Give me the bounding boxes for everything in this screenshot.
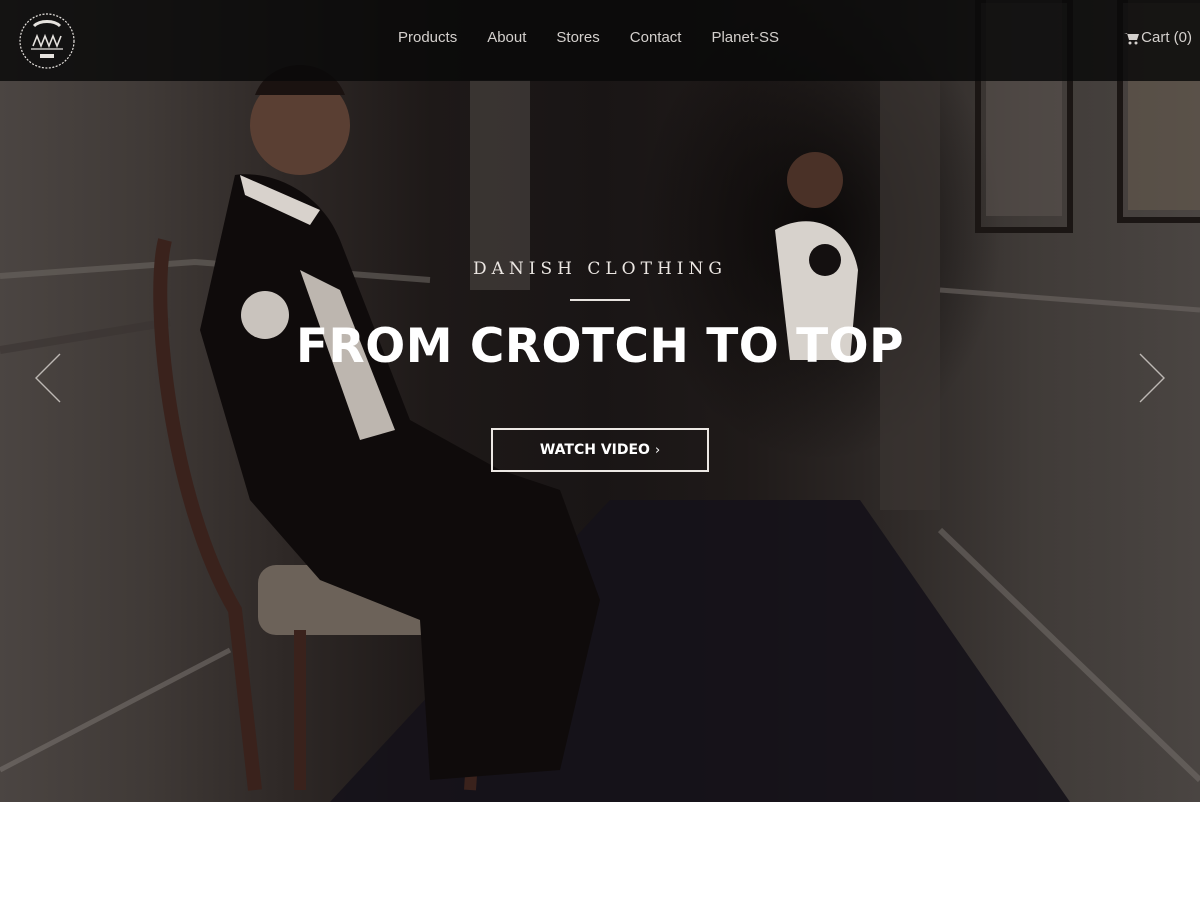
watch-video-button[interactable]: WATCH VIDEO ›	[491, 428, 709, 472]
main-menu: Products About Stores Contact Planet-SS	[398, 28, 779, 48]
cart-label: Cart (0)	[1141, 29, 1192, 46]
hero-headline: FROM CROTCH TO TOP	[295, 319, 905, 374]
nav-link-products[interactable]: Products	[398, 28, 457, 48]
hero-background-photo	[0, 0, 1200, 802]
hero-slider: Products About Stores Contact Planet-SS …	[0, 0, 1200, 802]
cart-link[interactable]: Cart (0)	[1124, 28, 1192, 48]
chevron-left-icon[interactable]	[34, 352, 62, 404]
shopping-cart-icon	[1124, 32, 1140, 44]
nav-link-contact[interactable]: Contact	[630, 28, 682, 48]
top-navigation-bar: Products About Stores Contact Planet-SS …	[0, 0, 1200, 81]
chevron-right-small-icon: ›	[654, 442, 661, 458]
chevron-right-icon[interactable]	[1138, 352, 1166, 404]
nav-link-about[interactable]: About	[487, 28, 526, 48]
watch-video-label: WATCH VIDEO	[539, 442, 650, 458]
hero-divider	[570, 299, 630, 301]
nav-link-stores[interactable]: Stores	[556, 28, 599, 48]
nav-link-planet-ss[interactable]: Planet-SS	[711, 28, 779, 48]
ss-projects-logo[interactable]	[18, 12, 76, 70]
hero-eyebrow: DANISH CLOTHING	[473, 259, 727, 279]
